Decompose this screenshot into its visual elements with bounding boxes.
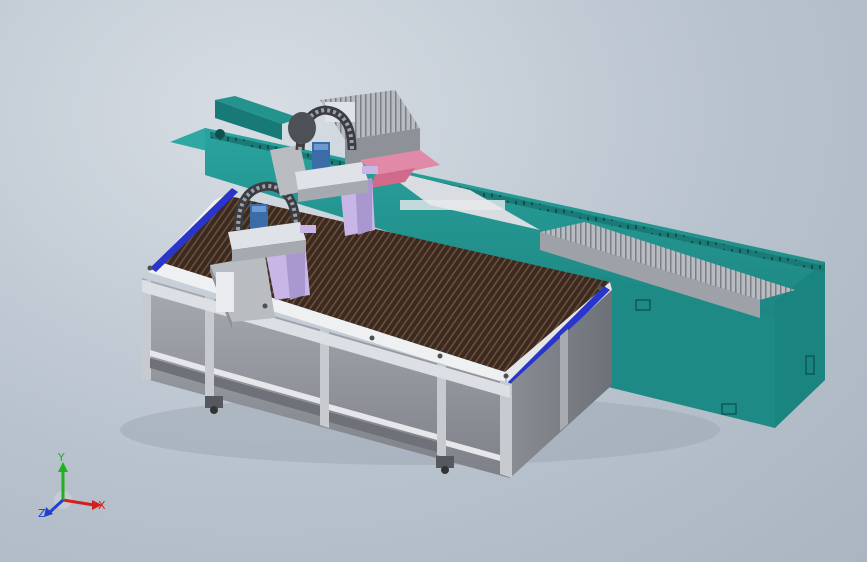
triad-z-label: Z [38, 507, 46, 520]
mount-hole [215, 129, 225, 139]
machine-model[interactable]: X Y Z [0, 0, 867, 562]
triad-y-label: Y [57, 451, 65, 464]
orientation-triad[interactable]: X Y Z [38, 451, 106, 520]
triad-x-label: X [98, 499, 106, 512]
cad-viewport[interactable]: X Y Z [0, 0, 867, 562]
leg-post-6 [560, 329, 568, 431]
leg-post-1 [142, 280, 151, 380]
castor-wheel-2 [436, 456, 454, 474]
